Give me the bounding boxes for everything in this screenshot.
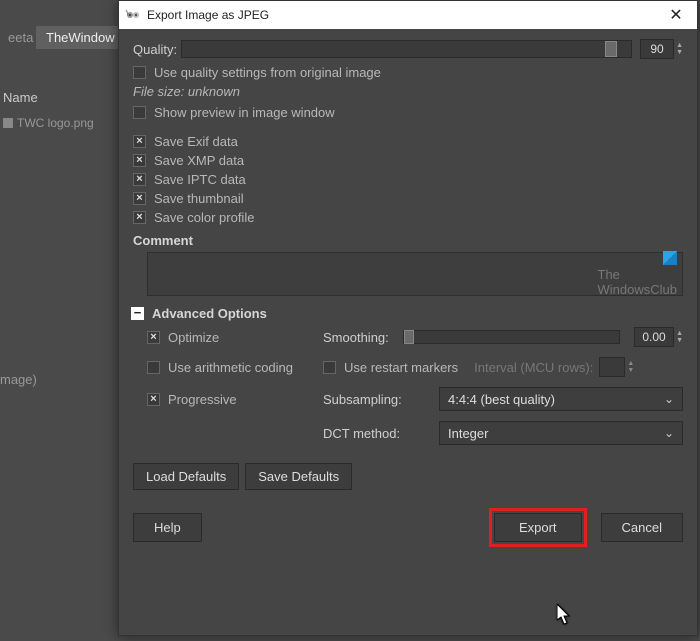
layer-item-label: TWC logo.png — [17, 116, 94, 130]
quality-slider-thumb[interactable] — [605, 41, 617, 57]
quality-label: Quality: — [133, 42, 181, 57]
quality-input[interactable] — [640, 39, 674, 59]
save-exif-checkbox[interactable]: Save Exif data — [133, 134, 683, 149]
save-xmp-checkbox[interactable]: Save XMP data — [133, 153, 683, 168]
smoothing-label: Smoothing: — [323, 330, 403, 345]
smoothing-slider[interactable] — [403, 330, 620, 344]
interval-down-icon: ▼ — [627, 367, 634, 374]
export-jpeg-dialog: Export Image as JPEG ✕ Quality: ▲▼ Use q… — [118, 0, 698, 636]
arithmetic-coding-checkbox[interactable]: Use arithmetic coding — [147, 360, 323, 375]
use-original-quality-checkbox[interactable]: Use quality settings from original image — [133, 65, 683, 80]
optimize-checkbox[interactable]: Optimize — [147, 330, 323, 345]
watermark: The WindowsClub — [598, 251, 677, 298]
optimize-label: Optimize — [168, 330, 219, 345]
watermark-line1: The — [598, 267, 620, 282]
background-tab-active[interactable]: TheWindow — [36, 26, 125, 49]
save-color-profile-label: Save color profile — [154, 210, 254, 225]
windowsclub-logo-icon — [663, 251, 677, 265]
save-color-profile-checkbox[interactable]: Save color profile — [133, 210, 683, 225]
close-button[interactable]: ✕ — [661, 5, 691, 25]
export-button[interactable]: Export — [494, 513, 582, 542]
watermark-line2: WindowsClub — [598, 282, 677, 297]
dct-method-label: DCT method: — [323, 426, 433, 441]
arithmetic-coding-label: Use arithmetic coding — [168, 360, 293, 375]
background-image-label: mage) — [0, 372, 37, 387]
smoothing-up-icon[interactable]: ▲ — [676, 330, 683, 337]
quality-spinner[interactable]: ▲▼ — [640, 39, 683, 59]
advanced-options-label: Advanced Options — [152, 306, 267, 321]
save-iptc-label: Save IPTC data — [154, 172, 246, 187]
advanced-options-header[interactable]: − Advanced Options — [131, 306, 683, 321]
dialog-title: Export Image as JPEG — [147, 8, 661, 22]
export-highlight: Export — [489, 508, 587, 547]
subsampling-select[interactable]: 4:4:4 (best quality) ⌄ — [439, 387, 683, 411]
save-thumbnail-checkbox[interactable]: Save thumbnail — [133, 191, 683, 206]
quality-down-icon[interactable]: ▼ — [676, 49, 683, 56]
interval-label: Interval (MCU rows): — [474, 360, 593, 375]
cancel-button[interactable]: Cancel — [601, 513, 683, 542]
use-original-quality-label: Use quality settings from original image — [154, 65, 381, 80]
comment-section-label: Comment — [133, 233, 683, 248]
quality-up-icon[interactable]: ▲ — [676, 42, 683, 49]
smoothing-input[interactable] — [634, 327, 674, 347]
save-exif-label: Save Exif data — [154, 134, 238, 149]
quality-slider[interactable] — [181, 40, 632, 58]
restart-markers-label: Use restart markers — [344, 360, 458, 375]
layer-thumbnail-icon — [3, 118, 13, 128]
show-preview-checkbox[interactable]: Show preview in image window — [133, 105, 683, 120]
layer-item[interactable]: TWC logo.png — [3, 116, 94, 130]
gimp-wilber-icon — [125, 7, 141, 23]
save-thumbnail-label: Save thumbnail — [154, 191, 244, 206]
subsampling-label: Subsampling: — [323, 392, 433, 407]
layers-name-header: Name — [3, 90, 38, 105]
save-iptc-checkbox[interactable]: Save IPTC data — [133, 172, 683, 187]
interval-input — [599, 357, 625, 377]
interval-up-icon: ▲ — [627, 360, 634, 367]
save-xmp-label: Save XMP data — [154, 153, 244, 168]
dct-method-value: Integer — [448, 426, 488, 441]
smoothing-spinner[interactable]: ▲▼ — [634, 327, 683, 347]
progressive-label: Progressive — [168, 392, 237, 407]
show-preview-label: Show preview in image window — [154, 105, 335, 120]
titlebar[interactable]: Export Image as JPEG ✕ — [119, 1, 697, 29]
file-size-label: File size: unknown — [133, 84, 683, 99]
restart-markers-checkbox[interactable]: Use restart markers — [323, 360, 458, 375]
subsampling-value: 4:4:4 (best quality) — [448, 392, 555, 407]
dct-method-select[interactable]: Integer ⌄ — [439, 421, 683, 445]
save-defaults-button[interactable]: Save Defaults — [245, 463, 352, 490]
smoothing-down-icon[interactable]: ▼ — [676, 337, 683, 344]
load-defaults-button[interactable]: Load Defaults — [133, 463, 239, 490]
progressive-checkbox[interactable]: Progressive — [147, 392, 323, 407]
help-button[interactable]: Help — [133, 513, 202, 542]
chevron-down-icon: ⌄ — [664, 426, 674, 440]
collapse-icon[interactable]: − — [131, 307, 144, 320]
smoothing-slider-thumb[interactable] — [404, 330, 414, 344]
chevron-down-icon: ⌄ — [664, 392, 674, 406]
